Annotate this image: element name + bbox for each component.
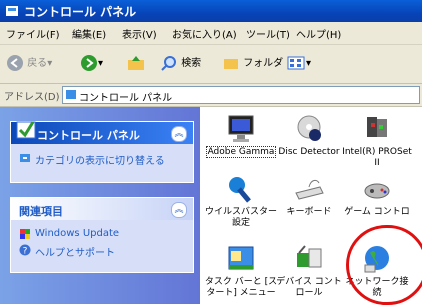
disc-detector-icon: [293, 113, 325, 145]
search-button[interactable]: 検索: [160, 53, 201, 75]
menu-favorites[interactable]: お気に入り(A): [172, 26, 237, 41]
intel-network-icon: [361, 113, 393, 145]
taskbar-icon: [225, 243, 257, 275]
related-topics-box: 関連項目 ︽ Windows Update ? ヘルプとサポート: [10, 197, 194, 273]
item-keyboard[interactable]: キーボード: [272, 173, 346, 218]
item-label: ウイルスバスター 設定: [204, 207, 277, 228]
monitor-icon: [225, 113, 257, 145]
switch-view-icon: [20, 154, 30, 162]
title-bar: コントロール パネル: [0, 0, 422, 22]
help-support-link[interactable]: ヘルプとサポート: [35, 244, 115, 259]
toolbar: 戻る▾ ▾ 検索 フォルダ ▾: [0, 45, 422, 84]
device-control-icon: [293, 243, 325, 275]
collapse-icon[interactable]: ︽: [171, 202, 187, 218]
task-pane: コントロール パネル ︽ カテゴリの表示に切り替える 関連項目 ︽ Window…: [0, 107, 200, 304]
menu-edit[interactable]: 編集(E): [72, 26, 106, 41]
back-icon: [7, 55, 23, 71]
item-label: ゲーム コントロ: [344, 207, 410, 217]
item-game-controllers[interactable]: ゲーム コントロ: [340, 173, 414, 218]
menu-file[interactable]: ファイル(F): [6, 26, 60, 41]
window-title: コントロール パネル: [24, 5, 137, 19]
control-panel-header[interactable]: コントロール パネル ︽: [11, 121, 193, 144]
keyboard-icon: [293, 173, 325, 205]
highlight-annotation-circle: [346, 225, 422, 305]
address-input[interactable]: コントロール パネル: [62, 86, 420, 104]
item-taskbar-start-menu[interactable]: タスク バーと [ス タート] メニュー: [204, 243, 278, 299]
menu-tools[interactable]: ツール(T): [246, 26, 290, 41]
forward-button[interactable]: ▾: [80, 53, 103, 75]
up-folder-icon: [128, 56, 144, 70]
folders-icon: [224, 59, 238, 69]
help-icon: ?: [19, 244, 31, 256]
item-intel-proset[interactable]: Intel(R) PROSet II: [340, 113, 414, 169]
windows-update-link[interactable]: Windows Update: [35, 228, 119, 239]
item-label: Intel(R) PROSet II: [342, 147, 412, 168]
panel-title: 関連項目: [19, 205, 63, 218]
item-label: Adobe Gamma: [205, 146, 277, 158]
control-panel-icon: [66, 90, 76, 99]
control-panel-icon: [16, 121, 36, 139]
item-label: デバイス コントロール: [276, 277, 342, 298]
address-value: コントロール パネル: [79, 93, 173, 104]
folders-label: フォルダ: [243, 58, 284, 69]
menu-view[interactable]: 表示(V): [122, 26, 157, 41]
control-panel-icon: [6, 6, 18, 16]
address-bar: アドレス(D) コントロール パネル: [0, 84, 422, 107]
control-panel-box: コントロール パネル ︽ カテゴリの表示に切り替える: [10, 121, 194, 183]
up-folder-button[interactable]: [126, 53, 146, 75]
menu-bar: ファイル(F) 編集(E) 表示(V) お気に入り(A) ツール(T) ヘルプ(…: [0, 22, 422, 45]
item-label: キーボード: [286, 207, 332, 217]
game-controller-icon: [361, 173, 393, 205]
back-label: 戻る: [27, 58, 48, 69]
item-virus-buster[interactable]: ウイルスバスター 設定: [204, 173, 278, 229]
views-button[interactable]: ▾: [286, 53, 311, 75]
windows-update-icon: [20, 229, 30, 239]
svg-text:?: ?: [23, 247, 28, 257]
switch-category-view-link[interactable]: カテゴリの表示に切り替える: [35, 152, 165, 167]
views-icon: [287, 56, 305, 70]
virus-buster-icon: [225, 173, 257, 205]
menu-help[interactable]: ヘルプ(H): [296, 26, 341, 41]
item-label: Disc Detector: [278, 147, 340, 157]
folders-button[interactable]: フォルダ: [222, 53, 283, 75]
back-button[interactable]: 戻る▾: [6, 53, 52, 75]
related-topics-header[interactable]: 関連項目 ︽: [11, 198, 193, 220]
item-label: タスク バーと [ス タート] メニュー: [204, 277, 278, 298]
item-disc-detector[interactable]: Disc Detector: [272, 113, 346, 158]
forward-icon: [81, 55, 97, 71]
item-adobe-gamma[interactable]: Adobe Gamma: [204, 113, 278, 158]
search-label: 検索: [181, 58, 202, 69]
address-label: アドレス(D): [4, 92, 60, 103]
panel-title: コントロール パネル: [37, 129, 140, 142]
collapse-icon[interactable]: ︽: [171, 126, 187, 142]
search-icon: [161, 56, 176, 71]
item-device-control[interactable]: デバイス コントロール: [272, 243, 346, 299]
